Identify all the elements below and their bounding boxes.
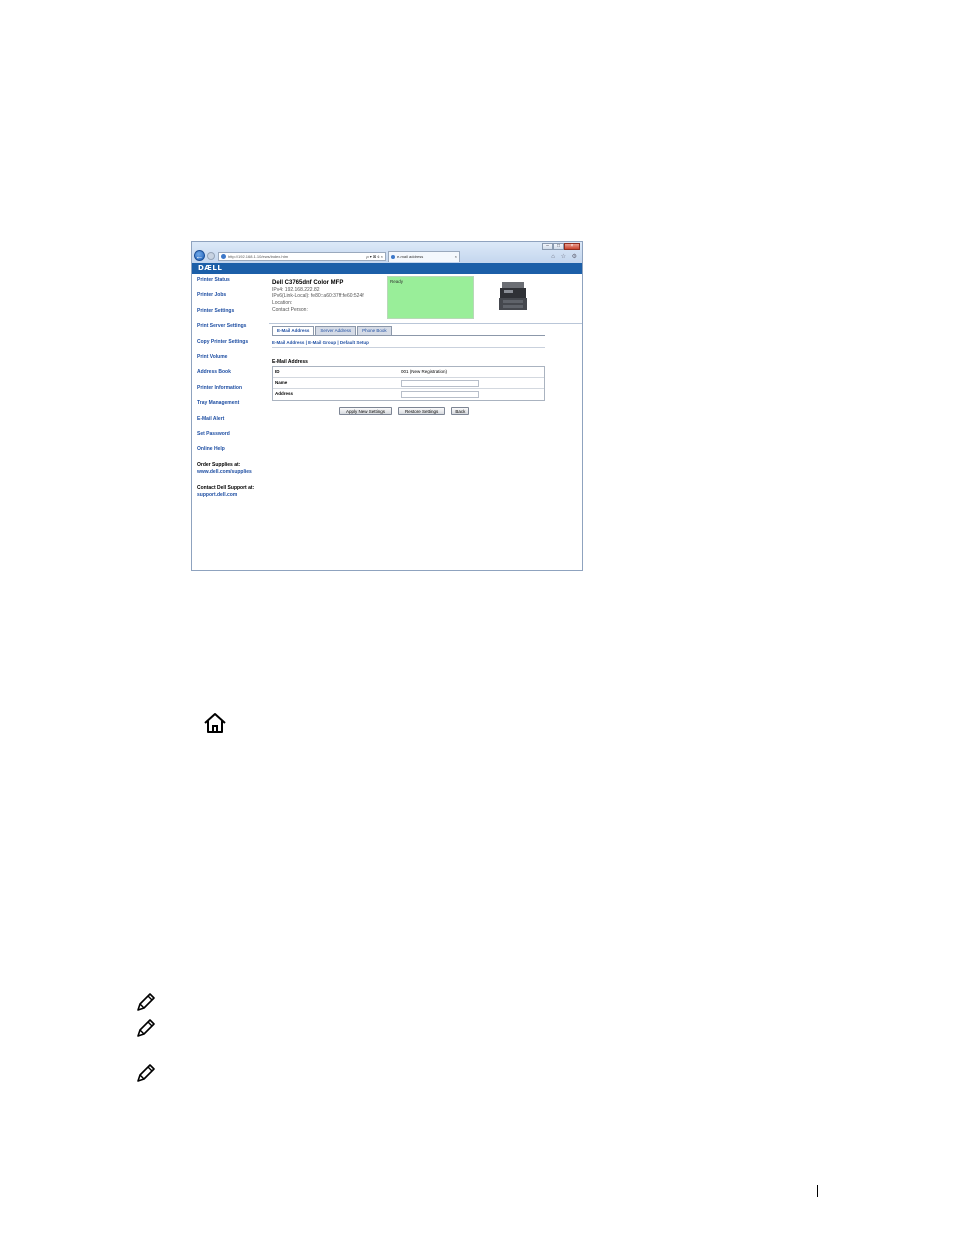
id-value: 001 (New Registration) [401, 369, 448, 374]
nav-printer-jobs[interactable]: Printer Jobs [197, 292, 267, 307]
tab-close-icon[interactable]: × [455, 252, 457, 262]
browser-window-screenshot: ← http://192.168.1.10/ews/index.htm ρ ▾ … [191, 241, 583, 571]
contact-support-block: Contact Dell Support at: support.dell.co… [197, 485, 254, 499]
browser-titlebar: ← http://192.168.1.10/ews/index.htm ρ ▾ … [192, 242, 582, 264]
note-pencil-icon [137, 993, 155, 1011]
back-arrow-icon[interactable]: ← [194, 250, 205, 261]
tab-globe-icon [391, 255, 395, 259]
nav-printer-status[interactable]: Printer Status [197, 277, 267, 292]
printer-status-panel: Ready [387, 276, 474, 319]
header-divider [269, 323, 582, 324]
name-input[interactable] [401, 380, 479, 387]
maximize-icon[interactable]: □ [553, 243, 564, 250]
printer-ipv6: IPv6(Link-Local): fe80::a60:37ff:fe60:52… [272, 293, 364, 299]
email-address-form: ID 001 (New Registration) Name Address [272, 366, 545, 401]
printer-contact-person: Contact Person: [272, 307, 308, 313]
subnav-divider [272, 347, 545, 348]
address-tools-icons[interactable]: ρ ▾ ⊠ ¢ × [366, 253, 383, 260]
nav-tray-management[interactable]: Tray Management [197, 400, 267, 415]
address-input[interactable] [401, 391, 479, 398]
address-url: http://192.168.1.10/ews/index.htm [228, 254, 289, 259]
tab-divider [272, 335, 545, 336]
address-bar[interactable]: http://192.168.1.10/ews/index.htm ρ ▾ ⊠ … [218, 252, 386, 261]
printer-image-icon [499, 282, 527, 310]
order-supplies-link[interactable]: www.dell.com/supplies [197, 469, 252, 476]
close-window-icon[interactable]: × [564, 243, 580, 250]
note-pencil-icon [137, 1019, 155, 1037]
home-icon [204, 713, 226, 733]
page-globe-icon [221, 254, 226, 259]
dell-logo: DÆLL [198, 264, 223, 272]
section-title: E-Mail Address [272, 359, 308, 365]
tab-server-address[interactable]: Server Address [315, 326, 357, 335]
back-button[interactable]: Back [451, 407, 470, 415]
printer-location: Location: [272, 300, 293, 306]
nav-email-alert[interactable]: E-Mail Alert [197, 416, 267, 431]
form-row-id: ID 001 (New Registration) [273, 367, 544, 378]
window-controls: – □ × [542, 243, 580, 250]
tab-phone-book[interactable]: Phone Book [357, 326, 392, 335]
nav-copy-printer-settings[interactable]: Copy Printer Settings [197, 339, 267, 354]
nav-print-server-settings[interactable]: Print Server Settings [197, 323, 267, 338]
nav-printer-information[interactable]: Printer Information [197, 385, 267, 400]
ews-sidebar: Printer Status Printer Jobs Printer Sett… [197, 277, 267, 462]
form-row-address: Address [273, 389, 544, 400]
contact-support-label: Contact Dell Support at: [197, 485, 255, 491]
browser-tab[interactable]: e-mail address × [388, 251, 460, 262]
home-favorites-tools-icons[interactable]: ⌂ ☆ ⚙ [551, 253, 579, 260]
id-label: ID [275, 369, 280, 374]
minimize-icon[interactable]: – [542, 243, 553, 250]
address-label: Address [275, 391, 294, 396]
email-subnav-links[interactable]: E-Mail Address | E-Mail Group | Default … [272, 340, 369, 345]
page-number-divider [817, 1185, 818, 1197]
printer-status-text: Ready [390, 279, 404, 284]
nav-address-book[interactable]: Address Book [197, 369, 267, 384]
apply-new-settings-button[interactable]: Apply New Settings [339, 407, 393, 415]
restore-settings-button[interactable]: Restore Settings [398, 407, 446, 415]
dell-header-bar: DÆLL [192, 263, 582, 274]
form-buttons: Apply New Settings Restore Settings Back [339, 407, 470, 415]
note-pencil-icon [137, 1064, 155, 1082]
contact-support-link[interactable]: support.dell.com [197, 492, 254, 499]
printer-model-name: Dell C3765dnf Color MFP [272, 280, 344, 286]
browser-tab-title: e-mail address [397, 254, 424, 259]
order-supplies-label: Order Supplies at: [197, 462, 241, 468]
nav-printer-settings[interactable]: Printer Settings [197, 308, 267, 323]
nav-print-volume[interactable]: Print Volume [197, 354, 267, 369]
form-row-name: Name [273, 378, 544, 389]
name-label: Name [275, 380, 288, 385]
nav-set-password[interactable]: Set Password [197, 431, 267, 446]
order-supplies-block: Order Supplies at: www.dell.com/supplies [197, 462, 252, 476]
nav-online-help[interactable]: Online Help [197, 446, 267, 461]
forward-arrow-icon[interactable] [207, 252, 215, 260]
